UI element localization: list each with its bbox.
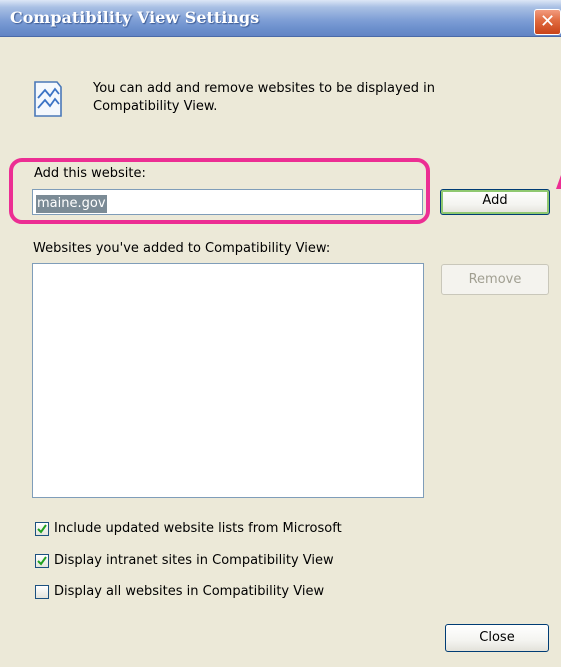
option-checkbox-microsoft-lists[interactable] bbox=[35, 522, 49, 536]
window-close-button[interactable]: ✕ bbox=[534, 9, 561, 35]
remove-button[interactable]: Remove bbox=[441, 264, 549, 295]
highlight-annotation bbox=[9, 158, 430, 224]
title-bar[interactable]: Compatibility View Settings ✕ bbox=[0, 0, 561, 37]
option-checkbox-all-websites[interactable] bbox=[35, 585, 49, 599]
add-button[interactable]: Add bbox=[440, 189, 550, 215]
checkmark-icon bbox=[37, 524, 47, 534]
sites-listbox[interactable] bbox=[32, 263, 424, 498]
option-label-intranet[interactable]: Display intranet sites in Compatibility … bbox=[54, 553, 334, 568]
window-title: Compatibility View Settings bbox=[10, 8, 260, 27]
option-checkbox-intranet[interactable] bbox=[35, 554, 49, 568]
close-button[interactable]: Close bbox=[445, 624, 549, 652]
option-label-microsoft-lists[interactable]: Include updated website lists from Micro… bbox=[54, 521, 342, 536]
arrow-annotation bbox=[556, 175, 561, 189]
sites-list-label: Websites you've added to Compatibility V… bbox=[33, 241, 331, 256]
compatibility-view-icon bbox=[34, 81, 62, 117]
option-label-all-websites[interactable]: Display all websites in Compatibility Vi… bbox=[54, 584, 324, 599]
info-text: You can add and remove websites to be di… bbox=[93, 81, 435, 114]
checkmark-icon bbox=[37, 556, 47, 566]
compatibility-view-dialog: Compatibility View Settings ✕ You can ad… bbox=[0, 0, 561, 667]
